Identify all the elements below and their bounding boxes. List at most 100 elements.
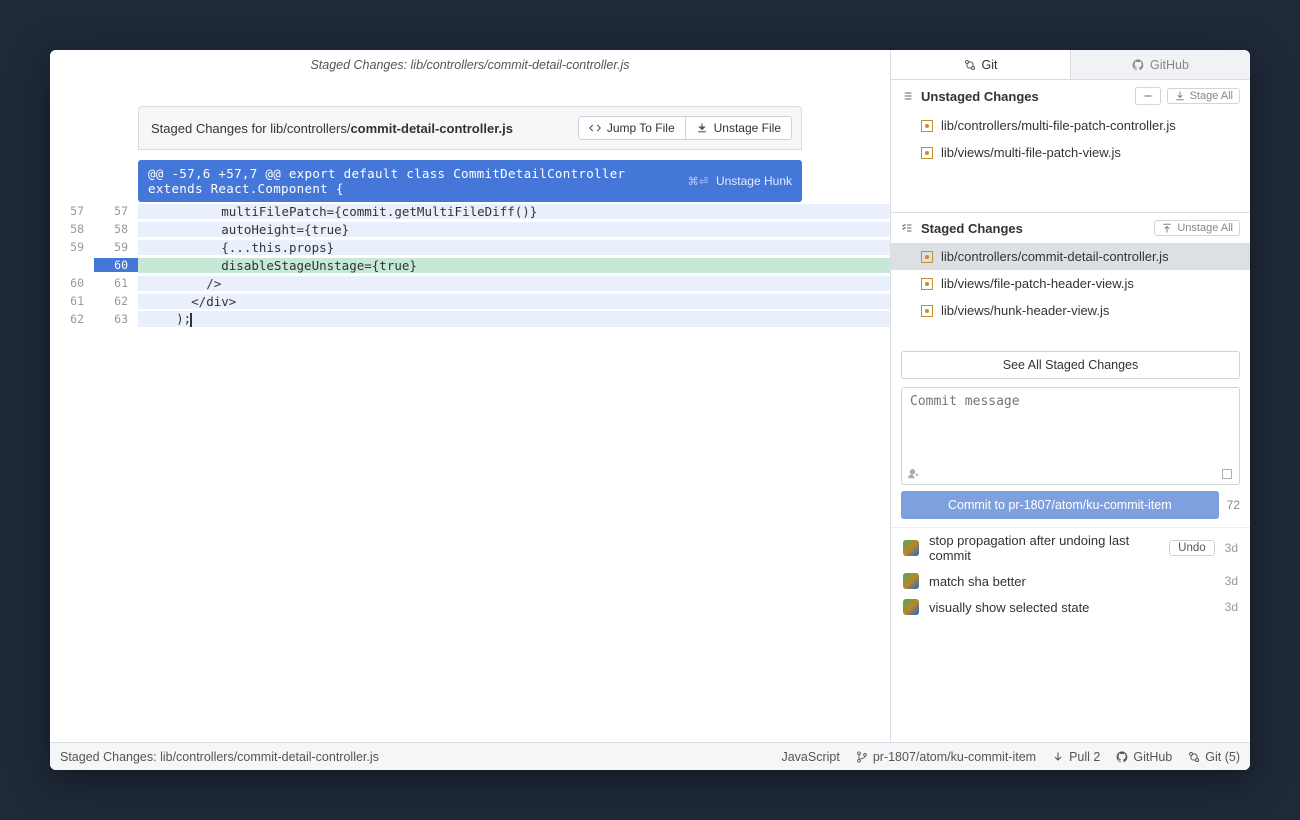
- diff-code: />: [138, 276, 890, 291]
- editor-pane: Staged Changes: lib/controllers/commit-d…: [50, 50, 890, 742]
- checklist-icon: [901, 222, 913, 234]
- diff-line[interactable]: 6263 );: [50, 310, 890, 328]
- git-branch-icon: [856, 751, 868, 763]
- gutter-new: 58: [94, 222, 138, 236]
- stage-all-button[interactable]: Stage All: [1167, 88, 1240, 104]
- modified-file-icon: [921, 147, 933, 159]
- diff-code: {...this.props}: [138, 240, 890, 255]
- avatar: [903, 599, 919, 615]
- patch-header: Staged Changes for lib/controllers/commi…: [138, 106, 802, 150]
- file-path: lib/controllers/multi-file-patch-control…: [941, 118, 1176, 133]
- staged-header: Staged Changes Unstage All: [891, 213, 1250, 243]
- patch-header-filename: commit-detail-controller.js: [350, 121, 513, 136]
- commit-button[interactable]: Commit to pr-1807/atom/ku-commit-item: [901, 491, 1219, 519]
- diff-line[interactable]: 60 disableStageUnstage={true}: [50, 256, 890, 274]
- diff-line[interactable]: 5858 autoHeight={true}: [50, 220, 890, 238]
- file-row[interactable]: lib/views/file-patch-header-view.js: [891, 270, 1250, 297]
- diff-line[interactable]: 5959 {...this.props}: [50, 238, 890, 256]
- status-left: Staged Changes: lib/controllers/commit-d…: [60, 750, 765, 764]
- tab-github[interactable]: GitHub: [1070, 50, 1250, 79]
- hunk-meta: @@ -57,6 +57,7 @@ export default class C…: [148, 166, 688, 196]
- cursor: [190, 313, 192, 327]
- move-down-icon: [696, 122, 708, 134]
- github-icon: [1116, 751, 1128, 763]
- status-branch[interactable]: pr-1807/atom/ku-commit-item: [856, 750, 1036, 764]
- file-path: lib/controllers/commit-detail-controller…: [941, 249, 1169, 264]
- gutter-old: 59: [50, 240, 94, 254]
- commit-message: match sha better: [929, 574, 1215, 589]
- gutter-new: 60: [94, 258, 138, 272]
- gutter-new: 57: [94, 204, 138, 218]
- file-path: lib/views/hunk-header-view.js: [941, 303, 1109, 318]
- file-row[interactable]: lib/controllers/commit-detail-controller…: [891, 243, 1250, 270]
- gutter-old: 58: [50, 222, 94, 236]
- status-github[interactable]: GitHub: [1116, 750, 1172, 764]
- avatar: [903, 540, 919, 556]
- recent-commit-row[interactable]: stop propagation after undoing last comm…: [891, 528, 1250, 568]
- jump-to-file-button[interactable]: Jump To File: [578, 116, 686, 140]
- arrow-down-icon: [1052, 751, 1064, 763]
- gutter-old: 61: [50, 294, 94, 308]
- gutter-new: 59: [94, 240, 138, 254]
- file-row[interactable]: lib/views/multi-file-patch-view.js: [891, 139, 1250, 166]
- recent-commit-row[interactable]: match sha better 3d: [891, 568, 1250, 594]
- diff-code: </div>: [138, 294, 890, 309]
- unstage-all-button[interactable]: Unstage All: [1154, 220, 1240, 236]
- staged-list: lib/controllers/commit-detail-controller…: [891, 243, 1250, 343]
- git-panel: Git GitHub Unstaged Changes Stage All: [890, 50, 1250, 742]
- gutter-new: 62: [94, 294, 138, 308]
- diff-line[interactable]: 6162 </div>: [50, 292, 890, 310]
- file-path: lib/views/multi-file-patch-view.js: [941, 145, 1121, 160]
- recent-commit-row[interactable]: visually show selected state 3d: [891, 594, 1250, 620]
- commit-age: 3d: [1225, 574, 1238, 588]
- file-row[interactable]: lib/views/hunk-header-view.js: [891, 297, 1250, 324]
- diff-code: disableStageUnstage={true}: [138, 258, 890, 273]
- modified-file-icon: [921, 251, 933, 263]
- modified-file-icon: [921, 120, 933, 132]
- status-language[interactable]: JavaScript: [781, 750, 839, 764]
- diff-code: multiFilePatch={commit.getMultiFileDiff(…: [138, 204, 890, 219]
- dash-icon: [1142, 90, 1154, 102]
- patch-header-prefix: Staged Changes for lib/controllers/: [151, 121, 350, 136]
- commit-message: visually show selected state: [929, 600, 1215, 615]
- hunk-shortcut: ⌘⏎: [688, 175, 708, 188]
- commit-message-input[interactable]: [902, 388, 1239, 466]
- status-pull[interactable]: Pull 2: [1052, 750, 1100, 764]
- status-bar: Staged Changes: lib/controllers/commit-d…: [50, 742, 1250, 770]
- diff-body[interactable]: 5757 multiFilePatch={commit.getMultiFile…: [50, 202, 890, 328]
- editor-tab-title: Staged Changes: lib/controllers/commit-d…: [50, 50, 890, 80]
- recent-commits: stop propagation after undoing last comm…: [891, 527, 1250, 620]
- see-all-staged-button[interactable]: See All Staged Changes: [901, 351, 1240, 379]
- coauthor-icon[interactable]: [908, 468, 920, 480]
- file-path: lib/views/file-patch-header-view.js: [941, 276, 1134, 291]
- collapse-button[interactable]: [1135, 87, 1161, 105]
- tab-git[interactable]: Git: [891, 50, 1070, 79]
- list-icon: [901, 90, 913, 102]
- move-down-icon: [1174, 90, 1186, 102]
- modified-file-icon: [921, 278, 933, 290]
- hunk-header[interactable]: @@ -57,6 +57,7 @@ export default class C…: [138, 160, 802, 202]
- unstaged-list: lib/controllers/multi-file-patch-control…: [891, 112, 1250, 212]
- git-panel-tabs: Git GitHub: [891, 50, 1250, 80]
- expand-icon[interactable]: [1221, 468, 1233, 480]
- avatar: [903, 573, 919, 589]
- undo-button[interactable]: Undo: [1169, 540, 1215, 556]
- gutter-new: 63: [94, 312, 138, 326]
- main-area: Staged Changes: lib/controllers/commit-d…: [50, 50, 1250, 742]
- gutter-old: 57: [50, 204, 94, 218]
- commit-message: stop propagation after undoing last comm…: [929, 533, 1159, 563]
- git-compare-icon: [964, 59, 976, 71]
- commit-age: 3d: [1225, 600, 1238, 614]
- unstage-hunk-button[interactable]: ⌘⏎ Unstage Hunk: [688, 174, 792, 188]
- git-compare-icon: [1188, 751, 1200, 763]
- diff-line[interactable]: 6061 />: [50, 274, 890, 292]
- diff-line[interactable]: 5757 multiFilePatch={commit.getMultiFile…: [50, 202, 890, 220]
- file-row[interactable]: lib/controllers/multi-file-patch-control…: [891, 112, 1250, 139]
- move-up-icon: [1161, 222, 1173, 234]
- unstage-file-button[interactable]: Unstage File: [685, 116, 792, 140]
- status-git[interactable]: Git (5): [1188, 750, 1240, 764]
- github-icon: [1132, 59, 1144, 71]
- gutter-new: 61: [94, 276, 138, 290]
- gutter-old: 62: [50, 312, 94, 326]
- diff-code: autoHeight={true}: [138, 222, 890, 237]
